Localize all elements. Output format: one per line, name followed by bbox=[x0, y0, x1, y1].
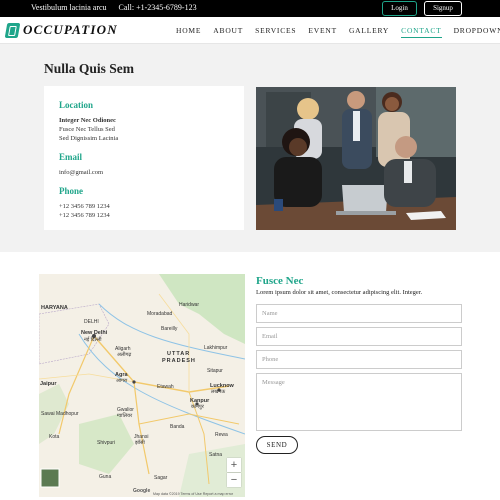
map-label: नई दिल्ली bbox=[84, 337, 102, 343]
map-label: PRADESH bbox=[162, 358, 196, 364]
contact-info-section: Nulla Quis Sem Location Integer Nec Odio… bbox=[0, 44, 500, 252]
zoom-in-button[interactable]: + bbox=[227, 458, 241, 472]
phone-value: +12 3456 789 1234 bbox=[59, 212, 110, 219]
nav-services[interactable]: SERVICES bbox=[255, 26, 296, 38]
nav-dropdown-label: DROPDOWN bbox=[453, 26, 500, 35]
map-label: ग्वालियर bbox=[117, 413, 133, 419]
map-label: Bareilly bbox=[161, 326, 178, 332]
google-logo: Google bbox=[133, 488, 151, 494]
navbar: OCCUPATION HOME ABOUT SERVICES EVENT GAL… bbox=[0, 17, 500, 44]
map-label: आगरा bbox=[116, 378, 128, 384]
email-value: info@gmail.com bbox=[59, 169, 104, 176]
map-label: Sitapur bbox=[207, 368, 223, 374]
location-line: Sed Dignissim Lacinia bbox=[59, 135, 119, 142]
map-label: लखनऊ bbox=[211, 389, 226, 395]
signup-button[interactable]: Signup bbox=[424, 1, 462, 16]
team-photo bbox=[256, 87, 456, 230]
map-label: Guna bbox=[99, 474, 112, 480]
map-label: DELHI bbox=[84, 319, 99, 325]
phone-value: +12 3456 789 1234 bbox=[59, 203, 110, 210]
nav-gallery[interactable]: GALLERY bbox=[349, 26, 389, 38]
map-label: Etawah bbox=[157, 384, 174, 390]
tagline: Vestibulum lacinia arcu bbox=[31, 3, 107, 12]
zoom-out-button[interactable]: − bbox=[227, 473, 241, 487]
map-label: UTTAR bbox=[167, 351, 191, 357]
map-label: Lakhimpur bbox=[204, 345, 228, 351]
contact-form: Fusce Nec Lorem ipsum dolor sit amet, co… bbox=[256, 274, 462, 454]
map-label: Satna bbox=[209, 452, 223, 458]
brand-name: OCCUPATION bbox=[23, 22, 118, 37]
team-photo-image bbox=[256, 87, 456, 230]
message-field[interactable]: Message bbox=[256, 373, 462, 431]
nav-contact[interactable]: CONTACT bbox=[401, 26, 442, 38]
top-bar: Vestibulum lacinia arcu Call: +1-2345-67… bbox=[0, 0, 500, 17]
name-field[interactable]: Name bbox=[256, 304, 462, 323]
login-button[interactable]: Login bbox=[382, 1, 417, 16]
logo[interactable]: OCCUPATION bbox=[4, 21, 118, 39]
main-nav: HOME ABOUT SERVICES EVENT GALLERY CONTAC… bbox=[176, 26, 500, 38]
nav-event[interactable]: EVENT bbox=[308, 26, 337, 38]
map-label: Jaipur bbox=[40, 381, 57, 387]
map-label: Kota bbox=[49, 434, 60, 440]
location-line: Integer Nec Odionec bbox=[59, 117, 116, 124]
map-label: New Delhi bbox=[81, 330, 108, 336]
form-subtitle: Lorem ipsum dolor sit amet, consectetur … bbox=[256, 289, 423, 296]
map-attribution[interactable]: Map data ©2019 Terms of Use Report a map… bbox=[153, 492, 233, 496]
map[interactable]: HARYANA DELHI New Delhi नई दिल्ली Aligar… bbox=[39, 274, 245, 497]
email-field[interactable]: Email bbox=[256, 327, 462, 346]
map-label: Sawai Madhopur bbox=[41, 411, 79, 417]
nav-dropdown[interactable]: DROPDOWN▾ bbox=[454, 26, 500, 38]
call-number: Call: +1-2345-6789-123 bbox=[118, 3, 197, 12]
map-label: HARYANA bbox=[41, 305, 68, 311]
map-label: कानपुर bbox=[191, 404, 204, 410]
logo-icon bbox=[4, 22, 21, 38]
map-label: अलीगढ़ bbox=[117, 352, 132, 358]
map-label: Banda bbox=[170, 424, 185, 430]
map-label: Rewa bbox=[215, 432, 228, 438]
send-button[interactable]: SEND bbox=[256, 436, 298, 454]
phone-field[interactable]: Phone bbox=[256, 350, 462, 369]
map-label: Shivpuri bbox=[97, 440, 116, 446]
map-label: Moradabad bbox=[147, 311, 173, 317]
map-label: Haridwar bbox=[179, 302, 200, 308]
map-label: झाँसी bbox=[135, 440, 145, 446]
nav-home[interactable]: HOME bbox=[176, 26, 201, 38]
contact-info-card: Location Integer Nec Odionec Fusce Nec T… bbox=[44, 86, 244, 230]
nav-about[interactable]: ABOUT bbox=[213, 26, 243, 38]
top-contact-line: Vestibulum lacinia arcu Call: +1-2345-67… bbox=[31, 3, 197, 12]
form-title: Fusce Nec bbox=[256, 275, 304, 287]
location-line: Fusce Nec Tellus Sed bbox=[59, 126, 115, 133]
location-heading: Location bbox=[59, 100, 94, 110]
phone-heading: Phone bbox=[59, 186, 84, 196]
email-heading: Email bbox=[59, 152, 83, 162]
page-title: Nulla Quis Sem bbox=[44, 61, 135, 76]
map-label: Sagar bbox=[154, 475, 168, 481]
